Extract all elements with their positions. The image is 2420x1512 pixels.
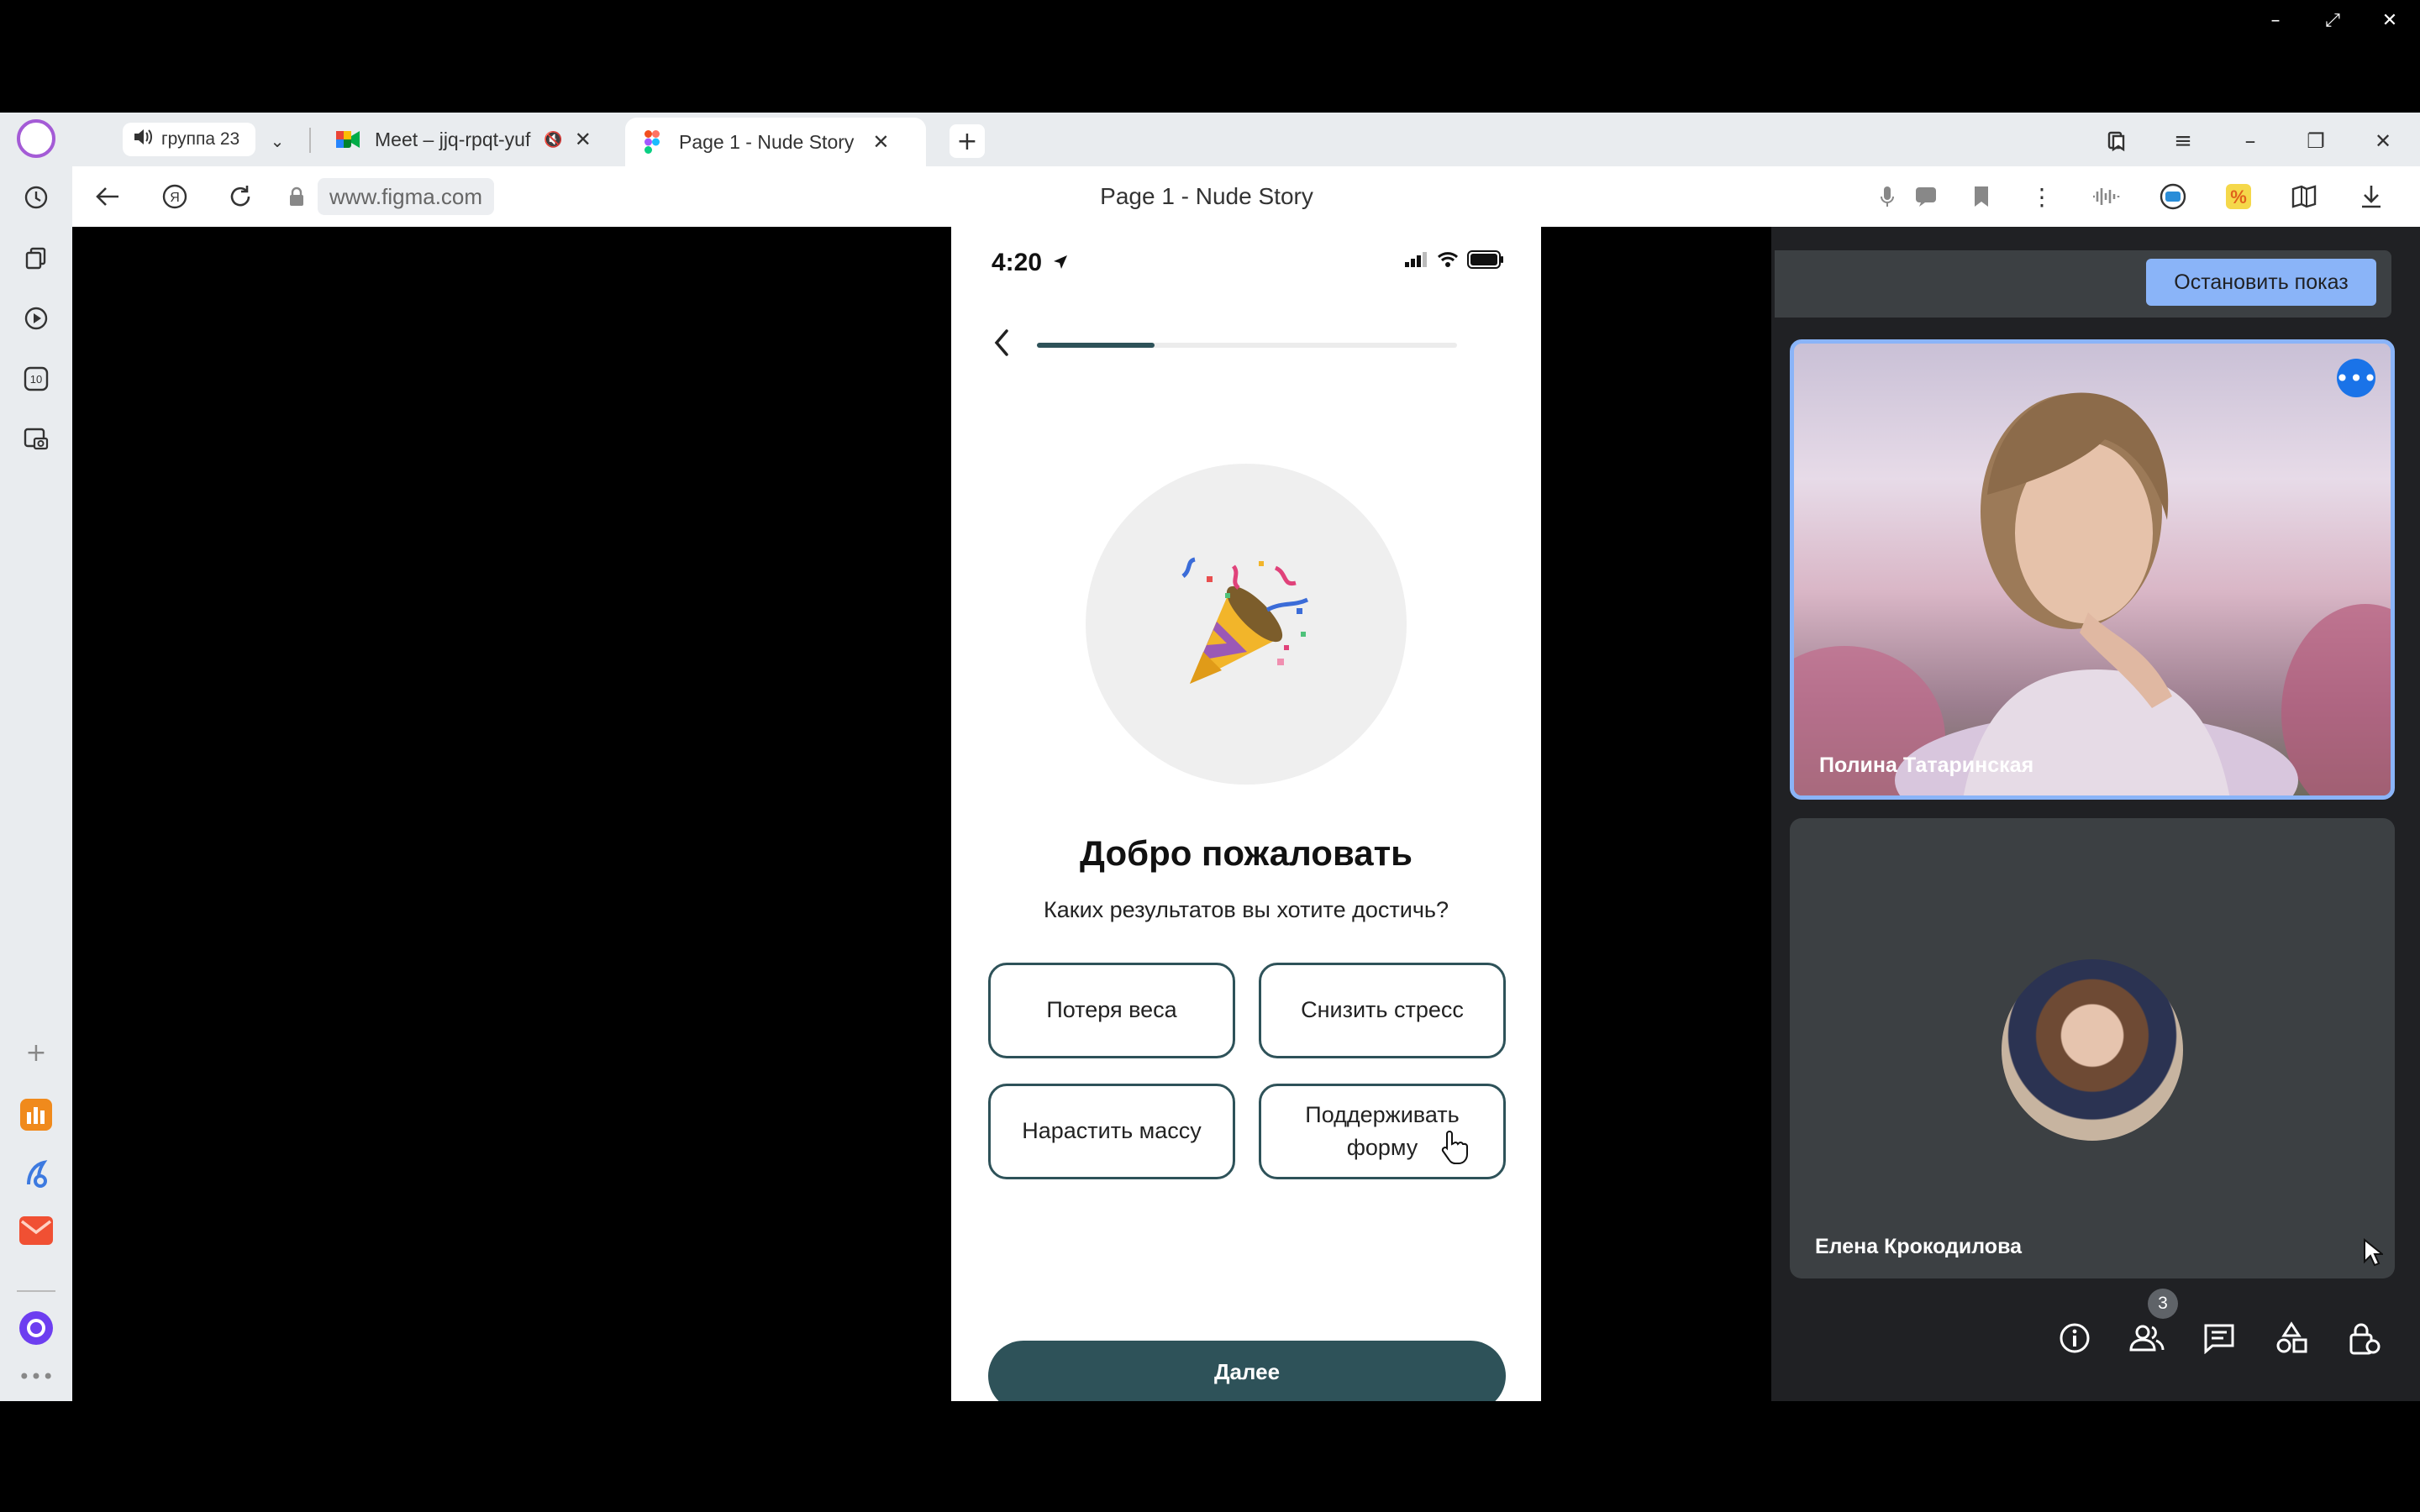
next-button[interactable]: Далее (988, 1341, 1506, 1401)
stop-presenting-button[interactable]: Остановить показ (2146, 259, 2376, 306)
participant-name: Полина Татаринская (1819, 753, 2034, 777)
yandex-logo-icon[interactable]: Я (160, 181, 190, 212)
tab-label: Meet – jjq-rpqt-yuf (375, 128, 531, 150)
minimize-icon[interactable]: – (2255, 7, 2296, 34)
screenshot-icon[interactable] (18, 422, 54, 457)
battery-icon (1467, 250, 1504, 273)
vpn-globe-icon[interactable] (2158, 181, 2188, 212)
google-meet-icon (336, 128, 360, 151)
chat-icon[interactable] (2200, 1319, 2238, 1357)
progress-fill (1037, 343, 1155, 348)
new-tab-plus-icon[interactable]: + (950, 124, 985, 158)
dzen-app-icon[interactable] (18, 1156, 54, 1191)
close-window-icon[interactable]: ✕ (2370, 7, 2410, 34)
info-icon[interactable] (2055, 1319, 2094, 1357)
welcome-title: Добро пожаловать (1080, 833, 1413, 873)
browser-sidebar: 10 + ••• (0, 166, 72, 1401)
phone-mockup: 4:20 Добро пожаловать Каких результатов … (951, 227, 1541, 1401)
participant-video (1794, 344, 2391, 795)
translate-icon[interactable] (1911, 181, 1941, 212)
arrow-cursor-icon (2363, 1237, 2385, 1271)
bookmarks-icon[interactable] (2104, 128, 2131, 155)
goals-question: Каких результатов вы хотите достичь? (1044, 897, 1449, 922)
more-vertical-icon[interactable]: ⋮ (2027, 181, 2057, 212)
market-app-icon[interactable] (18, 1097, 54, 1132)
goal-lose-weight-button[interactable]: Потеря веса (988, 963, 1235, 1058)
more-dots-icon[interactable]: ••• (18, 1359, 54, 1394)
chevron-down-icon[interactable]: ⌄ (264, 128, 291, 155)
title-bar: – ⤢ ✕ (0, 0, 2420, 113)
close-tab-icon[interactable]: ✕ (872, 130, 889, 154)
bookmark-icon[interactable] (1966, 181, 1996, 212)
tab-meet[interactable]: Meet – jjq-rpqt-yuf 🔇 ✕ (336, 118, 622, 161)
speaker-icon (133, 128, 153, 151)
extensions-icon[interactable] (2289, 181, 2319, 212)
people-icon[interactable] (2128, 1319, 2166, 1357)
party-popper-icon (1175, 551, 1318, 694)
menu-icon[interactable]: ≡ (2170, 128, 2196, 155)
alice-assistant-icon[interactable] (18, 1310, 54, 1346)
people-count-badge: 3 (2148, 1289, 2178, 1319)
play-icon[interactable] (18, 301, 54, 336)
sidebar-divider (17, 1290, 55, 1292)
tab-strip: 0 группа 23 ⌄ Meet – jjq-rpqt-yuf 🔇 ✕ Pa… (0, 113, 2420, 267)
add-panel-icon[interactable]: + (18, 1035, 54, 1070)
collections-icon[interactable] (18, 240, 54, 276)
participant-tile[interactable]: ••• Полина Татаринская (1790, 339, 2395, 800)
tab-muted-icon[interactable]: 🔇 (544, 131, 562, 149)
location-arrow-icon (1049, 249, 1069, 276)
page-title: Page 1 - Nude Story (1100, 183, 1313, 209)
minimize-browser-icon[interactable]: – (2237, 128, 2264, 155)
svg-text:Я: Я (170, 191, 180, 205)
tab-group-pill[interactable]: группа 23 (123, 123, 255, 156)
svg-text:10: 10 (30, 373, 42, 386)
host-controls-icon[interactable] (2344, 1319, 2383, 1357)
hand-cursor-icon (1439, 1129, 1469, 1170)
participant-name: Елена Крокодилова (1815, 1235, 2023, 1258)
participant-tile[interactable]: Елена Крокодилова (1790, 818, 2395, 1278)
close-browser-icon[interactable]: ✕ (2370, 128, 2396, 155)
microphone-icon[interactable] (1876, 181, 1899, 212)
audio-wave-icon[interactable] (2091, 181, 2121, 212)
tab-divider (309, 128, 311, 153)
reload-icon[interactable] (225, 181, 255, 212)
participant-avatar (2002, 959, 2183, 1141)
address-bar: Я www.figma.com Page 1 - Nude Story ⋮ % (72, 166, 2420, 227)
back-arrow-icon[interactable] (92, 181, 123, 212)
status-time-text: 4:20 (992, 249, 1043, 276)
download-icon[interactable] (2356, 181, 2386, 212)
discount-icon[interactable]: % (2223, 181, 2254, 212)
back-chevron-icon[interactable] (990, 326, 1015, 360)
svg-text:%: % (2230, 186, 2247, 207)
lock-icon (286, 181, 308, 212)
fullscreen-icon[interactable]: ⤢ (2312, 7, 2353, 34)
close-tab-icon[interactable]: ✕ (575, 128, 592, 151)
restore-icon[interactable]: ❐ (2302, 128, 2329, 155)
status-time: 4:20 (992, 249, 1069, 277)
figma-icon (640, 130, 664, 154)
wifi-icon (1437, 251, 1459, 272)
tab-label: Page 1 - Nude Story (679, 130, 855, 153)
goal-reduce-stress-button[interactable]: Снизить стресс (1259, 963, 1506, 1058)
tab-figma[interactable]: Page 1 - Nude Story ✕ (625, 118, 926, 166)
activities-icon[interactable] (2272, 1319, 2311, 1357)
tab-group-label: группа 23 (161, 129, 240, 149)
history-icon[interactable] (18, 180, 54, 215)
goal-gain-mass-button[interactable]: Нарастить массу (988, 1084, 1235, 1179)
onboarding-progress-bar (1037, 343, 1457, 348)
url-field[interactable]: www.figma.com (318, 178, 495, 215)
more-options-icon[interactable]: ••• (2335, 359, 2377, 397)
mail-app-icon[interactable] (18, 1213, 54, 1248)
signal-icon (1405, 252, 1428, 271)
profile-avatar-icon[interactable] (17, 119, 55, 158)
counter-10-icon[interactable]: 10 (18, 361, 54, 396)
status-icons (1405, 250, 1504, 273)
hero-circle (1086, 464, 1407, 785)
